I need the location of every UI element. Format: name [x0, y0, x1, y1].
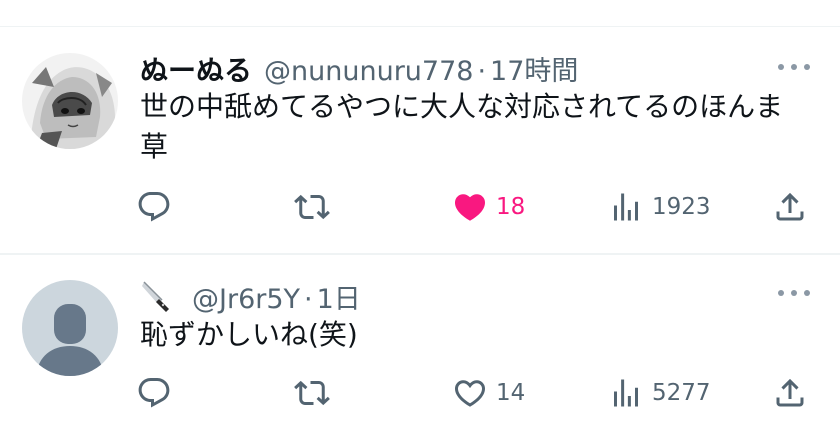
- tweet[interactable]: @Jr6r5Y · 1日 恥ずかしいね(笑) 14 5277: [0, 255, 840, 432]
- reply-icon: [138, 378, 170, 408]
- tweet-text: 世の中舐めてるやつに大人な対応されてるのほんま草: [140, 90, 784, 163]
- more-options-icon[interactable]: [778, 59, 810, 75]
- share-button[interactable]: [772, 373, 808, 413]
- display-name[interactable]: [140, 278, 180, 315]
- views-count: 1923: [652, 194, 711, 220]
- like-button[interactable]: 14: [452, 373, 525, 413]
- share-icon: [776, 192, 804, 221]
- retweet-icon: [294, 380, 330, 406]
- like-count: 18: [496, 194, 526, 220]
- more-options-icon[interactable]: [778, 285, 810, 301]
- heart-filled-icon: [454, 194, 486, 221]
- tweet[interactable]: ぬーぬる @nununuru778 · 17時間 世の中舐めてるやつに大人な対応…: [0, 27, 840, 253]
- reply-button[interactable]: [136, 373, 172, 413]
- reply-icon: [138, 192, 170, 222]
- like-count: 14: [496, 380, 526, 406]
- timestamp[interactable]: 1日: [317, 277, 361, 316]
- user-handle[interactable]: @Jr6r5Y: [192, 284, 300, 315]
- retweet-button[interactable]: [294, 373, 330, 413]
- reply-button[interactable]: [136, 187, 172, 227]
- like-button[interactable]: 18: [452, 187, 525, 227]
- display-name[interactable]: ぬーぬる: [140, 49, 252, 89]
- tweet-header: @Jr6r5Y · 1日: [140, 277, 361, 316]
- tweet-actions: 14 5277: [136, 373, 816, 413]
- timestamp[interactable]: 17時間: [490, 49, 578, 88]
- views-icon: [614, 379, 638, 407]
- separator-dot: ·: [477, 56, 487, 87]
- avatar[interactable]: [22, 53, 118, 149]
- views-count: 5277: [652, 380, 711, 406]
- views-button[interactable]: 5277: [608, 373, 711, 413]
- knife-icon: [142, 281, 169, 312]
- retweet-button[interactable]: [294, 187, 330, 227]
- separator-dot: ·: [304, 284, 313, 315]
- default-avatar[interactable]: [22, 280, 118, 376]
- tweet-header: ぬーぬる @nununuru778 · 17時間: [140, 49, 578, 89]
- heart-outline-icon: [454, 380, 486, 407]
- share-icon: [776, 378, 804, 407]
- views-icon: [614, 193, 638, 221]
- share-button[interactable]: [772, 187, 808, 227]
- user-handle[interactable]: @nununuru778: [264, 56, 473, 87]
- views-button[interactable]: 1923: [608, 187, 711, 227]
- tweet-actions: 18 1923: [136, 187, 816, 227]
- retweet-icon: [294, 194, 330, 220]
- tweet-text: 恥ずかしいね(笑): [140, 318, 358, 351]
